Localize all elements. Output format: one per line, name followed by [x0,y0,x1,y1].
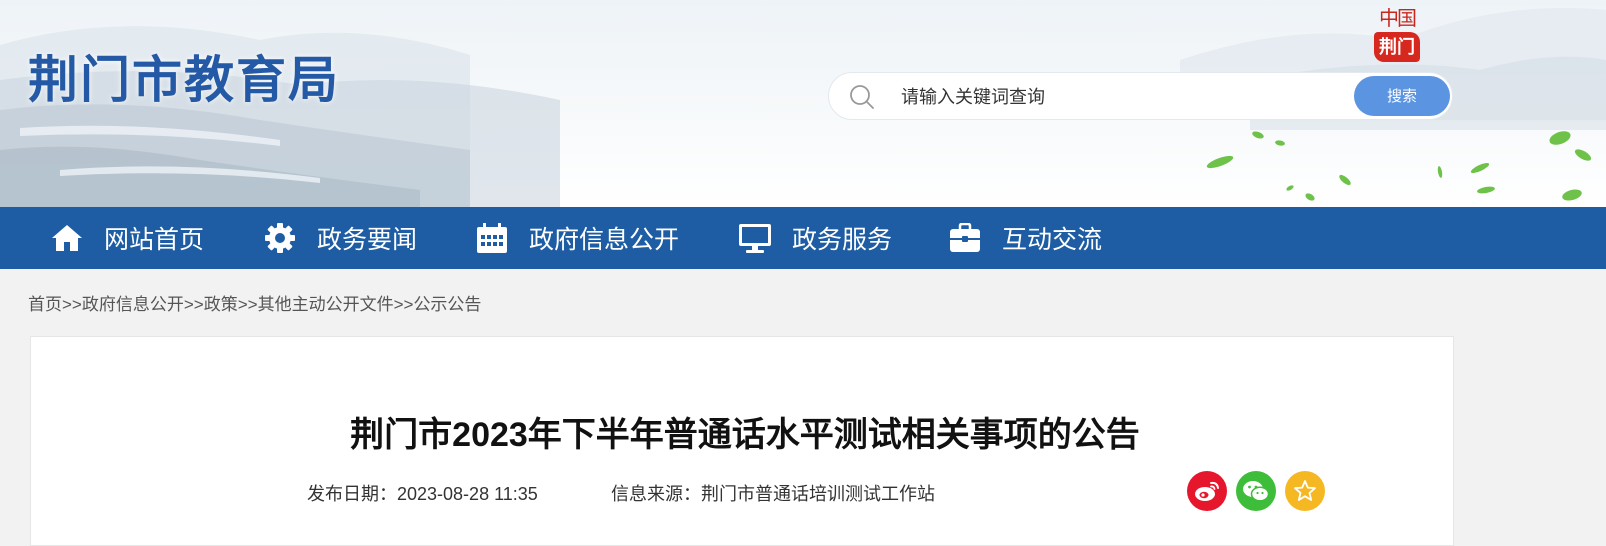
publish-date: 发布日期：2023-08-28 11:35 [307,480,538,506]
breadcrumb-separator: >> [183,295,204,314]
home-icon [50,221,84,255]
search-input[interactable] [899,81,1323,113]
nav-item-label: 政府信息公开 [529,226,680,254]
publish-date-label: 发布日期： [307,484,397,504]
favorite-icon[interactable] [1285,471,1325,511]
breadcrumb-separator: >> [62,295,82,314]
breadcrumb-policy[interactable]: 政策 [204,295,238,314]
briefcase-icon [948,221,982,255]
nav-item-services[interactable]: 政务服务 [738,207,892,269]
breadcrumb-separator: >> [393,295,414,314]
publish-date-value: 2023-08-28 11:35 [397,484,538,504]
nav-item-label: 政务服务 [792,226,893,254]
breadcrumb-info-disclosure[interactable]: 政府信息公开 [82,295,184,314]
main-nav: 网站首页 政务要闻 政府信息公开 政务服务 互动交流 [0,207,1606,269]
weibo-share-icon[interactable] [1187,471,1227,511]
breadcrumb-other-files[interactable]: 其他主动公开文件 [258,295,394,314]
article-card: 荆门市2023年下半年普通话水平测试相关事项的公告 发布日期：2023-08-2… [30,336,1454,546]
nav-item-label: 互动交流 [1002,226,1103,254]
nav-item-news[interactable]: 政务要闻 [263,207,417,269]
nav-item-info-disclosure[interactable]: 政府信息公开 [475,207,679,269]
breadcrumb: 首页>>政府信息公开>>政策>>其他主动公开文件>>公示公告 [28,290,481,315]
breadcrumb-separator: >> [237,295,258,314]
search-button[interactable]: 搜索 [1354,76,1450,116]
info-source-value: 荆门市普通话培训测试工作站 [701,484,935,504]
info-source: 信息来源：荆门市普通话培训测试工作站 [611,480,935,506]
nav-item-label: 政务要闻 [317,226,418,254]
header-banner: 荆门市教育局 中国 荆门 搜索 [0,0,1606,207]
nav-item-home[interactable]: 网站首页 [50,207,204,269]
nav-item-label: 网站首页 [104,226,205,254]
gear-icon [263,221,297,255]
search-icon [849,84,875,115]
logo-top-text: 中国 [1379,6,1417,30]
calendar-icon [475,221,509,255]
nav-item-interaction[interactable]: 互动交流 [948,207,1102,269]
search-box: 搜索 [828,72,1453,120]
site-title[interactable]: 荆门市教育局 [28,40,340,112]
wechat-share-icon[interactable] [1236,471,1276,511]
logo-bottom-text: 荆门 [1374,32,1420,62]
breadcrumb-announcements[interactable]: 公示公告 [413,295,481,314]
article-title: 荆门市2023年下半年普通话水平测试相关事项的公告 [350,416,1140,454]
jingmen-logo: 中国 荆门 [1370,2,1424,66]
monitor-icon [738,221,772,255]
breadcrumb-home[interactable]: 首页 [28,295,62,314]
info-source-label: 信息来源： [611,484,701,504]
